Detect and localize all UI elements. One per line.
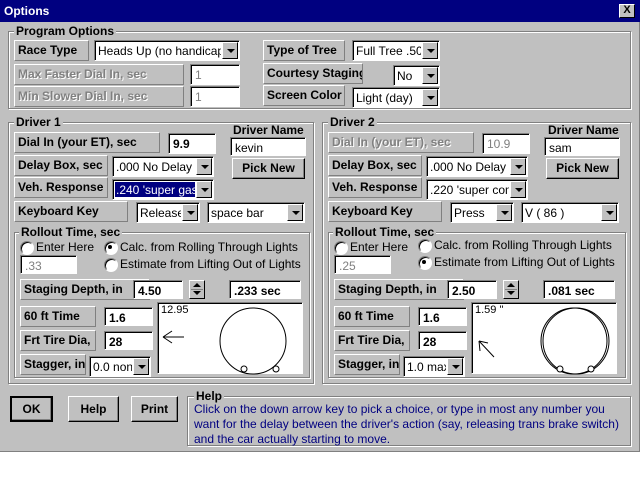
driver1-rollout-title: Rollout Time, sec — [19, 225, 123, 239]
driver2-title: Driver 2 — [328, 115, 377, 129]
driver2-dial-input[interactable]: 10.9 — [482, 133, 530, 154]
driver2-enter-here-radio[interactable]: Enter Here — [334, 241, 408, 255]
driver2-key-select[interactable]: V ( 86 ) — [521, 202, 619, 223]
screen-color-label: Screen Color — [263, 85, 345, 106]
driver2-delay-select[interactable]: .000 No Delay — [426, 156, 528, 177]
driver1-staging-spinner[interactable] — [189, 280, 205, 299]
driver1-stagger-select[interactable]: 0.0 none — [89, 356, 151, 377]
chevron-down-icon[interactable] — [422, 89, 438, 106]
chevron-down-icon[interactable] — [510, 181, 526, 198]
chevron-down-icon[interactable] — [510, 158, 526, 175]
driver1-staging-label: Staging Depth, in — [20, 279, 150, 300]
driver2-dial-label: Dial In (your ET), sec — [328, 132, 474, 153]
driver1-dial-input[interactable]: 9.9 — [168, 133, 216, 154]
driver2-stagger-label: Stagger, in — [334, 354, 400, 375]
driver2-delay-label: Delay Box, sec — [328, 155, 422, 176]
driver2-staging-spinner[interactable] — [503, 280, 519, 299]
min-slower-input[interactable]: 1 — [190, 86, 240, 107]
driver1-stagger-label: Stagger, in — [20, 354, 86, 375]
chevron-down-icon[interactable] — [496, 204, 512, 221]
close-button[interactable]: X — [619, 4, 635, 18]
driver1-delay-select[interactable]: .000 No Delay — [112, 156, 214, 177]
driver1-tire-label: Frt Tire Dia, — [20, 330, 96, 351]
driver2-staging-label: Staging Depth, in — [334, 279, 464, 300]
courtesy-staging-select[interactable]: No — [393, 65, 440, 86]
driver2-key-action-select[interactable]: Press — [450, 202, 514, 223]
race-type-label: Race Type — [14, 40, 89, 61]
driver2-staging-sec: .081 sec — [543, 280, 615, 299]
chevron-down-icon[interactable] — [222, 42, 238, 59]
max-faster-label: Max Faster Dial In, sec — [14, 64, 184, 85]
driver2-staging-input[interactable]: 2.50 — [447, 280, 497, 299]
driver2-rollout-input[interactable]: .25 — [334, 255, 391, 274]
driver2-key-label: Keyboard Key — [328, 201, 442, 222]
screen-color-select[interactable]: Light (day) — [352, 87, 440, 108]
title-bar: Options — [0, 0, 640, 22]
driver2-tire-input[interactable]: 28 — [418, 331, 467, 350]
help-button[interactable]: Help — [68, 396, 119, 422]
chevron-down-icon[interactable] — [182, 204, 198, 221]
driver1-staging-input[interactable]: 4.50 — [133, 280, 183, 299]
chevron-down-icon[interactable] — [422, 67, 438, 84]
driver2-estimate-radio[interactable]: Estimate from Lifting Out of Lights — [418, 256, 615, 270]
driver1-name-input[interactable]: kevin — [230, 137, 306, 156]
driver2-tire-diagram: 1.59 " — [471, 302, 617, 375]
driver1-rollout-input[interactable]: .33 — [20, 255, 77, 274]
driver1-estimate-radio[interactable]: Estimate from Lifting Out of Lights — [104, 258, 301, 272]
chevron-down-icon[interactable] — [422, 42, 438, 59]
driver1-dial-label: Dial In (your ET), sec — [14, 132, 160, 153]
driver2-response-label: Veh. Response — [328, 177, 422, 198]
tree-select[interactable]: Full Tree .500 — [352, 40, 440, 61]
driver2-name-input[interactable]: sam — [544, 137, 620, 156]
driver1-delay-label: Delay Box, sec — [14, 155, 108, 176]
print-button[interactable]: Print — [131, 396, 178, 422]
chevron-down-icon[interactable] — [196, 181, 212, 198]
driver2-pick-new-button[interactable]: Pick New — [546, 158, 619, 179]
courtesy-staging-label: Courtesy Staging — [263, 63, 363, 84]
chevron-down-icon[interactable] — [287, 204, 303, 221]
chevron-down-icon[interactable] — [447, 358, 463, 375]
min-slower-label: Min Slower Dial In, sec — [14, 86, 184, 107]
ok-button[interactable]: OK — [10, 396, 53, 422]
driver1-response-select[interactable]: .240 'super gas' — [112, 179, 214, 200]
driver1-response-label: Veh. Response — [14, 177, 108, 198]
chevron-down-icon[interactable] — [196, 158, 212, 175]
driver1-tire-diagram: 12.95 — [157, 302, 303, 375]
help-text: Click on the down arrow key to pick a ch… — [194, 402, 619, 446]
driver2-stagger-select[interactable]: 1.0 max — [403, 356, 465, 377]
driver1-sixty-label: 60 ft Time — [20, 306, 96, 327]
driver1-sixty-input[interactable]: 1.6 — [104, 307, 153, 326]
driver1-calc-radio[interactable]: Calc. from Rolling Through Lights — [104, 241, 298, 255]
driver1-tire-input[interactable]: 28 — [104, 331, 153, 350]
program-options-title: Program Options — [14, 24, 117, 38]
driver1-staging-sec: .233 sec — [229, 280, 301, 299]
window-title: Options — [4, 4, 50, 18]
driver2-sixty-label: 60 ft Time — [334, 306, 410, 327]
max-faster-input[interactable]: 1 — [190, 64, 240, 85]
driver1-key-label: Keyboard Key — [14, 201, 128, 222]
driver2-rollout-title: Rollout Time, sec — [333, 225, 437, 239]
driver1-key-action-select[interactable]: Release — [136, 202, 200, 223]
race-type-select[interactable]: Heads Up (no handicap) — [94, 40, 240, 61]
driver1-enter-here-radio[interactable]: Enter Here — [20, 241, 94, 255]
tree-label: Type of Tree — [263, 40, 345, 61]
chevron-down-icon[interactable] — [133, 358, 149, 375]
tire-icon — [478, 307, 610, 375]
driver2-sixty-input[interactable]: 1.6 — [418, 307, 467, 326]
driver2-calc-radio[interactable]: Calc. from Rolling Through Lights — [418, 239, 612, 253]
options-dialog: Options X Program Options Race Type Head… — [0, 0, 640, 452]
driver2-response-select[interactable]: .220 'super comp' — [426, 179, 528, 200]
driver1-pick-new-button[interactable]: Pick New — [232, 158, 305, 179]
tire-icon — [162, 307, 287, 375]
driver1-title: Driver 1 — [14, 115, 63, 129]
driver1-key-select[interactable]: space bar — [207, 202, 305, 223]
chevron-down-icon[interactable] — [601, 204, 617, 221]
driver2-tire-label: Frt Tire Dia, — [334, 330, 410, 351]
